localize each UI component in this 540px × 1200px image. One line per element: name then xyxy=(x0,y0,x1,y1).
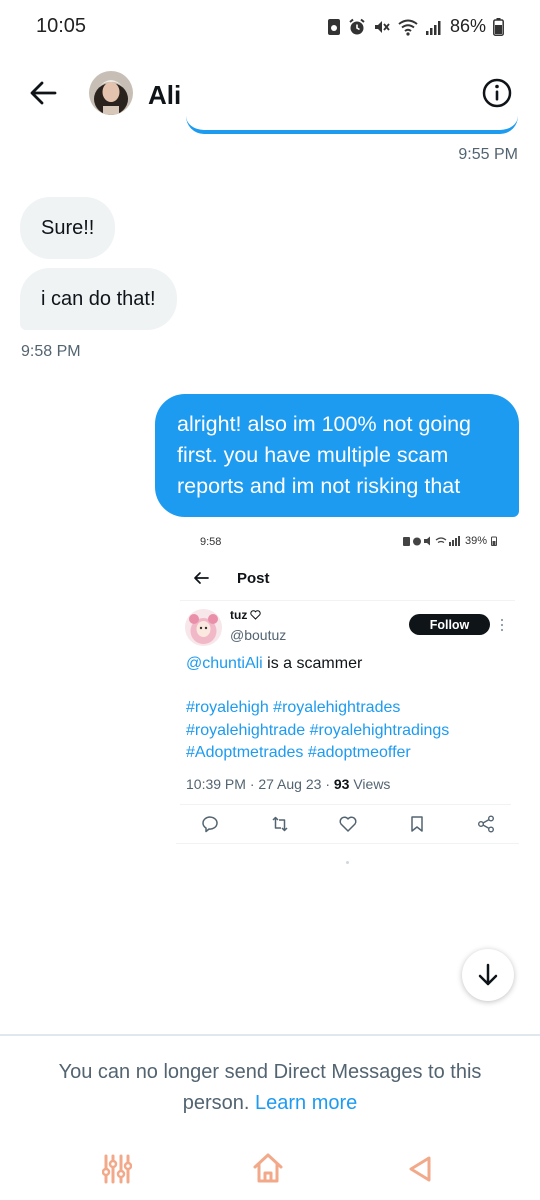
contact-name[interactable]: Ali xyxy=(148,80,181,111)
divider xyxy=(176,843,519,844)
embedded-post-text: @chuntiAli is a scammer xyxy=(186,653,511,676)
previous-outgoing-bubble xyxy=(186,112,518,134)
embedded-post-meta: 10:39 PM · 27 Aug 23 · 93 Views xyxy=(186,776,390,792)
scroll-indicator-dot xyxy=(346,861,349,864)
incoming-message-bubble[interactable]: Sure!! xyxy=(20,197,116,259)
embedded-hashtags: #royalehigh #royalehightrades #royalehig… xyxy=(186,697,511,765)
attached-screenshot-image[interactable]: 9:58 39% Post tuz @boutuz Follow @chunti… xyxy=(176,527,519,872)
embedded-arrow-left-icon xyxy=(194,572,209,584)
embedded-follow-button: Follow xyxy=(409,614,490,635)
status-icons: 86% xyxy=(327,16,504,37)
nav-back-icon[interactable] xyxy=(407,1155,433,1183)
screenshot-icon xyxy=(327,18,340,35)
embedded-author-name: tuz xyxy=(230,608,261,622)
message-timestamp: 9:58 PM xyxy=(21,343,81,360)
post-body-text: is a scammer xyxy=(262,655,363,672)
hashtag-line: #Adoptmetrades #adoptmeoffer xyxy=(186,744,411,761)
arrow-left-icon[interactable] xyxy=(26,76,60,110)
wifi-icon xyxy=(398,19,418,36)
message-text: i can do that! xyxy=(41,287,156,310)
reply-icon xyxy=(202,816,218,833)
arrow-down-icon xyxy=(478,963,498,986)
embedded-status-time: 9:58 xyxy=(200,536,222,548)
message-timestamp: 9:55 PM xyxy=(458,146,518,163)
mute-icon xyxy=(374,20,390,33)
divider xyxy=(0,1034,540,1036)
share-icon xyxy=(478,815,494,833)
signal-icon xyxy=(425,20,441,35)
views-count: 93 xyxy=(333,776,350,792)
embedded-status-icons: 39% xyxy=(402,535,497,547)
message-line: first. you have multiple scam xyxy=(177,443,449,467)
embedded-status-glyphs-icon xyxy=(402,536,460,546)
info-circle-icon[interactable] xyxy=(481,77,513,109)
post-time: 10:39 PM · 27 Aug 23 · xyxy=(186,776,334,792)
hashtag-line: #royalehigh #royalehightrades xyxy=(186,699,401,716)
bookmark-icon xyxy=(411,816,423,832)
battery-level: 86% xyxy=(449,16,486,36)
embedded-author-avatar xyxy=(185,609,222,646)
embedded-battery-icon xyxy=(491,536,497,546)
scroll-to-bottom-button[interactable] xyxy=(462,949,514,1001)
divider xyxy=(180,804,511,805)
like-icon xyxy=(339,816,357,832)
embedded-action-bar xyxy=(180,814,511,836)
embedded-post-title: Post xyxy=(237,570,270,587)
message-line: reports and im not risking that xyxy=(177,474,461,498)
views-label: Views xyxy=(349,776,391,792)
status-bar: 10:05 86% xyxy=(0,0,540,56)
status-time: 10:05 xyxy=(36,15,87,37)
outgoing-message-bubble[interactable]: alright! also im 100% not going first. y… xyxy=(155,394,519,517)
divider xyxy=(180,600,515,601)
contact-avatar[interactable] xyxy=(89,71,133,115)
recents-icon[interactable] xyxy=(102,1153,132,1185)
embedded-author-handle: @boutuz xyxy=(230,627,287,643)
battery-charging-icon xyxy=(493,17,504,36)
learn-more-link[interactable]: Learn more xyxy=(255,1092,357,1114)
dm-disabled-notice: You can no longer send Direct Messages t… xyxy=(40,1057,500,1119)
alarm-icon xyxy=(349,18,365,34)
retweet-icon xyxy=(272,816,288,832)
mention-link: @chuntiAli xyxy=(186,655,263,672)
home-icon[interactable] xyxy=(252,1152,284,1184)
more-vertical-icon xyxy=(500,618,504,632)
heart-outline-icon xyxy=(250,610,261,620)
hashtag-line: #royalehightrade #royalehightradings xyxy=(186,721,450,739)
message-text: Sure!! xyxy=(41,216,95,239)
embedded-battery: 39% xyxy=(464,535,487,547)
incoming-message-bubble[interactable]: i can do that! xyxy=(20,268,177,330)
author-name-text: tuz xyxy=(230,608,248,622)
message-line: alright! also im 100% not going xyxy=(177,412,472,436)
